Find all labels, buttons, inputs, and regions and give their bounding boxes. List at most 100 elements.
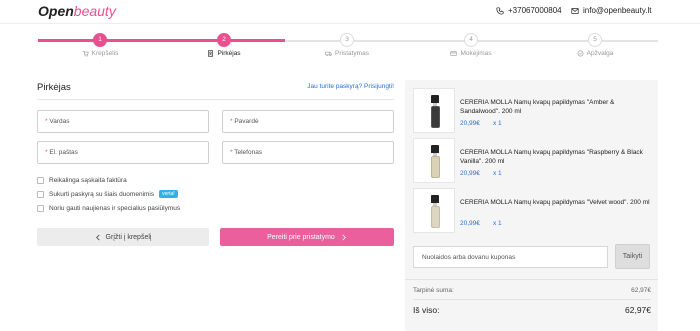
product-name[interactable]: CERERIA MOLLA Namų kvapų papildymas "Ras… xyxy=(460,148,652,166)
email-field[interactable]: * El. paštas xyxy=(37,141,209,164)
step-label: Krepšelis xyxy=(91,50,119,57)
step-review[interactable]: 5 Apžvalga xyxy=(555,33,635,57)
invoice-option[interactable]: Reikalinga sąskaita faktūra xyxy=(37,173,180,187)
last-name-placeholder: Pavardė xyxy=(234,118,259,125)
step-shipping[interactable]: 3 Pristatymas xyxy=(307,33,387,57)
product-image[interactable] xyxy=(413,138,455,183)
step-number: 4 xyxy=(464,33,478,47)
step-label: Pirkėjas xyxy=(217,50,241,57)
card-icon xyxy=(450,51,458,56)
total-row: Iš viso: 62,97€ xyxy=(413,305,651,315)
product-image[interactable] xyxy=(413,88,455,133)
email-placeholder: El. paštas xyxy=(49,149,78,156)
back-button-label: Grįžti į krepšelį xyxy=(105,233,152,241)
logo[interactable]: Openbeauty xyxy=(38,2,116,20)
truck-icon xyxy=(325,51,332,57)
step-label: Apžvalga xyxy=(586,50,614,57)
last-name-field[interactable]: * Pavardė xyxy=(222,110,394,133)
step-number: 1 xyxy=(93,33,107,47)
product-price: 20,99€ xyxy=(460,170,480,177)
step-number: 2 xyxy=(217,33,231,47)
required-marker: * xyxy=(230,149,233,156)
proceed-to-shipping-button[interactable]: Pereiti prie pristatymo xyxy=(220,228,394,246)
product-name[interactable]: CERERIA MOLLA Namų kvapų papildymas "Vel… xyxy=(460,198,652,207)
invoice-checkbox[interactable] xyxy=(37,176,44,184)
phone-contact[interactable]: +37067000804 xyxy=(496,6,562,15)
chevron-right-icon xyxy=(342,234,346,240)
total-value: 62,97€ xyxy=(625,305,651,315)
cart-icon xyxy=(82,51,89,57)
coupon-input[interactable]: Nuolaidos arba dovanu kuponas xyxy=(413,246,608,268)
step-label: Pristatymas xyxy=(335,50,369,57)
step-number: 5 xyxy=(588,33,602,47)
product-quantity: x 1 xyxy=(493,220,502,227)
required-marker: * xyxy=(230,118,233,125)
buyer-title: Pirkėjas xyxy=(37,82,71,93)
order-summary: CERERIA MOLLA Namų kvapų papildymas "Amb… xyxy=(405,80,658,331)
divider xyxy=(413,299,651,300)
step-cart[interactable]: 1 Krepšelis xyxy=(60,33,140,57)
create-account-label: Sukurti paskyrą su šiais duomenimis xyxy=(49,190,155,198)
cart-item[interactable]: CERERIA MOLLA Namų kvapų papildymas "Vel… xyxy=(413,188,651,233)
login-link[interactable]: Jau turite paskyrą? Prisijungti! xyxy=(307,83,394,90)
step-label-wrap: Pirkėjas xyxy=(184,50,264,57)
phone-field[interactable]: * Telefonas xyxy=(222,141,394,164)
check-circle-icon xyxy=(577,50,584,57)
create-account-checkbox[interactable] xyxy=(37,190,44,198)
worth-badge: verta! xyxy=(159,190,178,198)
next-button-label: Pereiti prie pristatymo xyxy=(267,233,335,241)
chevron-left-icon xyxy=(95,234,100,240)
back-to-cart-button[interactable]: Grįžti į krepšelį xyxy=(37,228,209,246)
email-contact[interactable]: info@openbeauty.lt xyxy=(571,6,651,15)
step-payment[interactable]: 4 Mokėjimas xyxy=(431,33,511,57)
invoice-label: Reikalinga sąskaita faktūra xyxy=(49,176,127,184)
coupon-placeholder: Nuolaidos arba dovanu kuponas xyxy=(422,254,516,261)
first-name-field[interactable]: * Vardas xyxy=(37,110,209,133)
newsletter-checkbox[interactable] xyxy=(37,204,44,212)
newsletter-label: Noriu gauti naujienas ir specialius pasi… xyxy=(49,204,181,212)
logo-bold-text: Open xyxy=(38,3,74,19)
subtotal-row: Tarpinė suma: 62,97€ xyxy=(413,287,651,294)
first-name-placeholder: Vardas xyxy=(49,118,70,125)
product-name[interactable]: CERERIA MOLLA Namų kvapų papildymas "Amb… xyxy=(460,98,652,116)
logo-light-text: beauty xyxy=(73,3,116,19)
required-marker: * xyxy=(45,118,48,125)
product-price: 20,99€ xyxy=(460,120,480,127)
buyer-form: Pirkėjas Jau turite paskyrą? Prisijungti… xyxy=(37,80,394,246)
bottle-icon xyxy=(430,195,440,228)
phone-icon xyxy=(496,6,504,15)
checkbox-group: Reikalinga sąskaita faktūra Sukurti pask… xyxy=(37,173,180,215)
divider xyxy=(405,279,658,280)
mail-icon xyxy=(571,7,579,14)
buyer-form-header: Pirkėjas Jau turite paskyrą? Prisijungti… xyxy=(37,80,394,96)
subtotal-value: 62,97€ xyxy=(631,287,651,294)
required-marker: * xyxy=(45,149,48,156)
bottle-icon xyxy=(430,95,440,128)
bottle-icon xyxy=(430,145,440,178)
step-label: Mokėjimas xyxy=(460,50,492,57)
checkout-stepper: 1 Krepšelis 2 Pirkėjas 3 Pristatymas 4 M… xyxy=(38,33,658,69)
step-label-wrap: Krepšelis xyxy=(60,50,140,57)
cart-item[interactable]: CERERIA MOLLA Namų kvapų papildymas "Ras… xyxy=(413,138,651,183)
newsletter-option[interactable]: Noriu gauti naujienas ir specialius pasi… xyxy=(37,201,180,215)
phone-number: +37067000804 xyxy=(508,6,562,15)
step-label-wrap: Pristatymas xyxy=(307,50,387,57)
user-icon xyxy=(208,50,214,57)
create-account-option[interactable]: Sukurti paskyrą su šiais duomenimis vert… xyxy=(37,187,180,201)
product-price: 20,99€ xyxy=(460,220,480,227)
cart-item[interactable]: CERERIA MOLLA Namų kvapų papildymas "Amb… xyxy=(413,88,651,133)
apply-coupon-button[interactable]: Taikyti xyxy=(615,244,650,269)
step-label-wrap: Mokėjimas xyxy=(431,50,511,57)
product-quantity: x 1 xyxy=(493,170,502,177)
site-header: Openbeauty +37067000804 info@openbeauty.… xyxy=(0,0,700,24)
subtotal-label: Tarpinė suma: xyxy=(413,287,454,294)
divider xyxy=(37,99,394,100)
step-buyer[interactable]: 2 Pirkėjas xyxy=(184,33,264,57)
product-quantity: x 1 xyxy=(493,120,502,127)
step-number: 3 xyxy=(340,33,354,47)
product-image[interactable] xyxy=(413,188,455,233)
total-label: Iš viso: xyxy=(413,305,440,315)
step-label-wrap: Apžvalga xyxy=(555,50,635,57)
email-address: info@openbeauty.lt xyxy=(583,6,652,15)
phone-placeholder: Telefonas xyxy=(234,149,263,156)
